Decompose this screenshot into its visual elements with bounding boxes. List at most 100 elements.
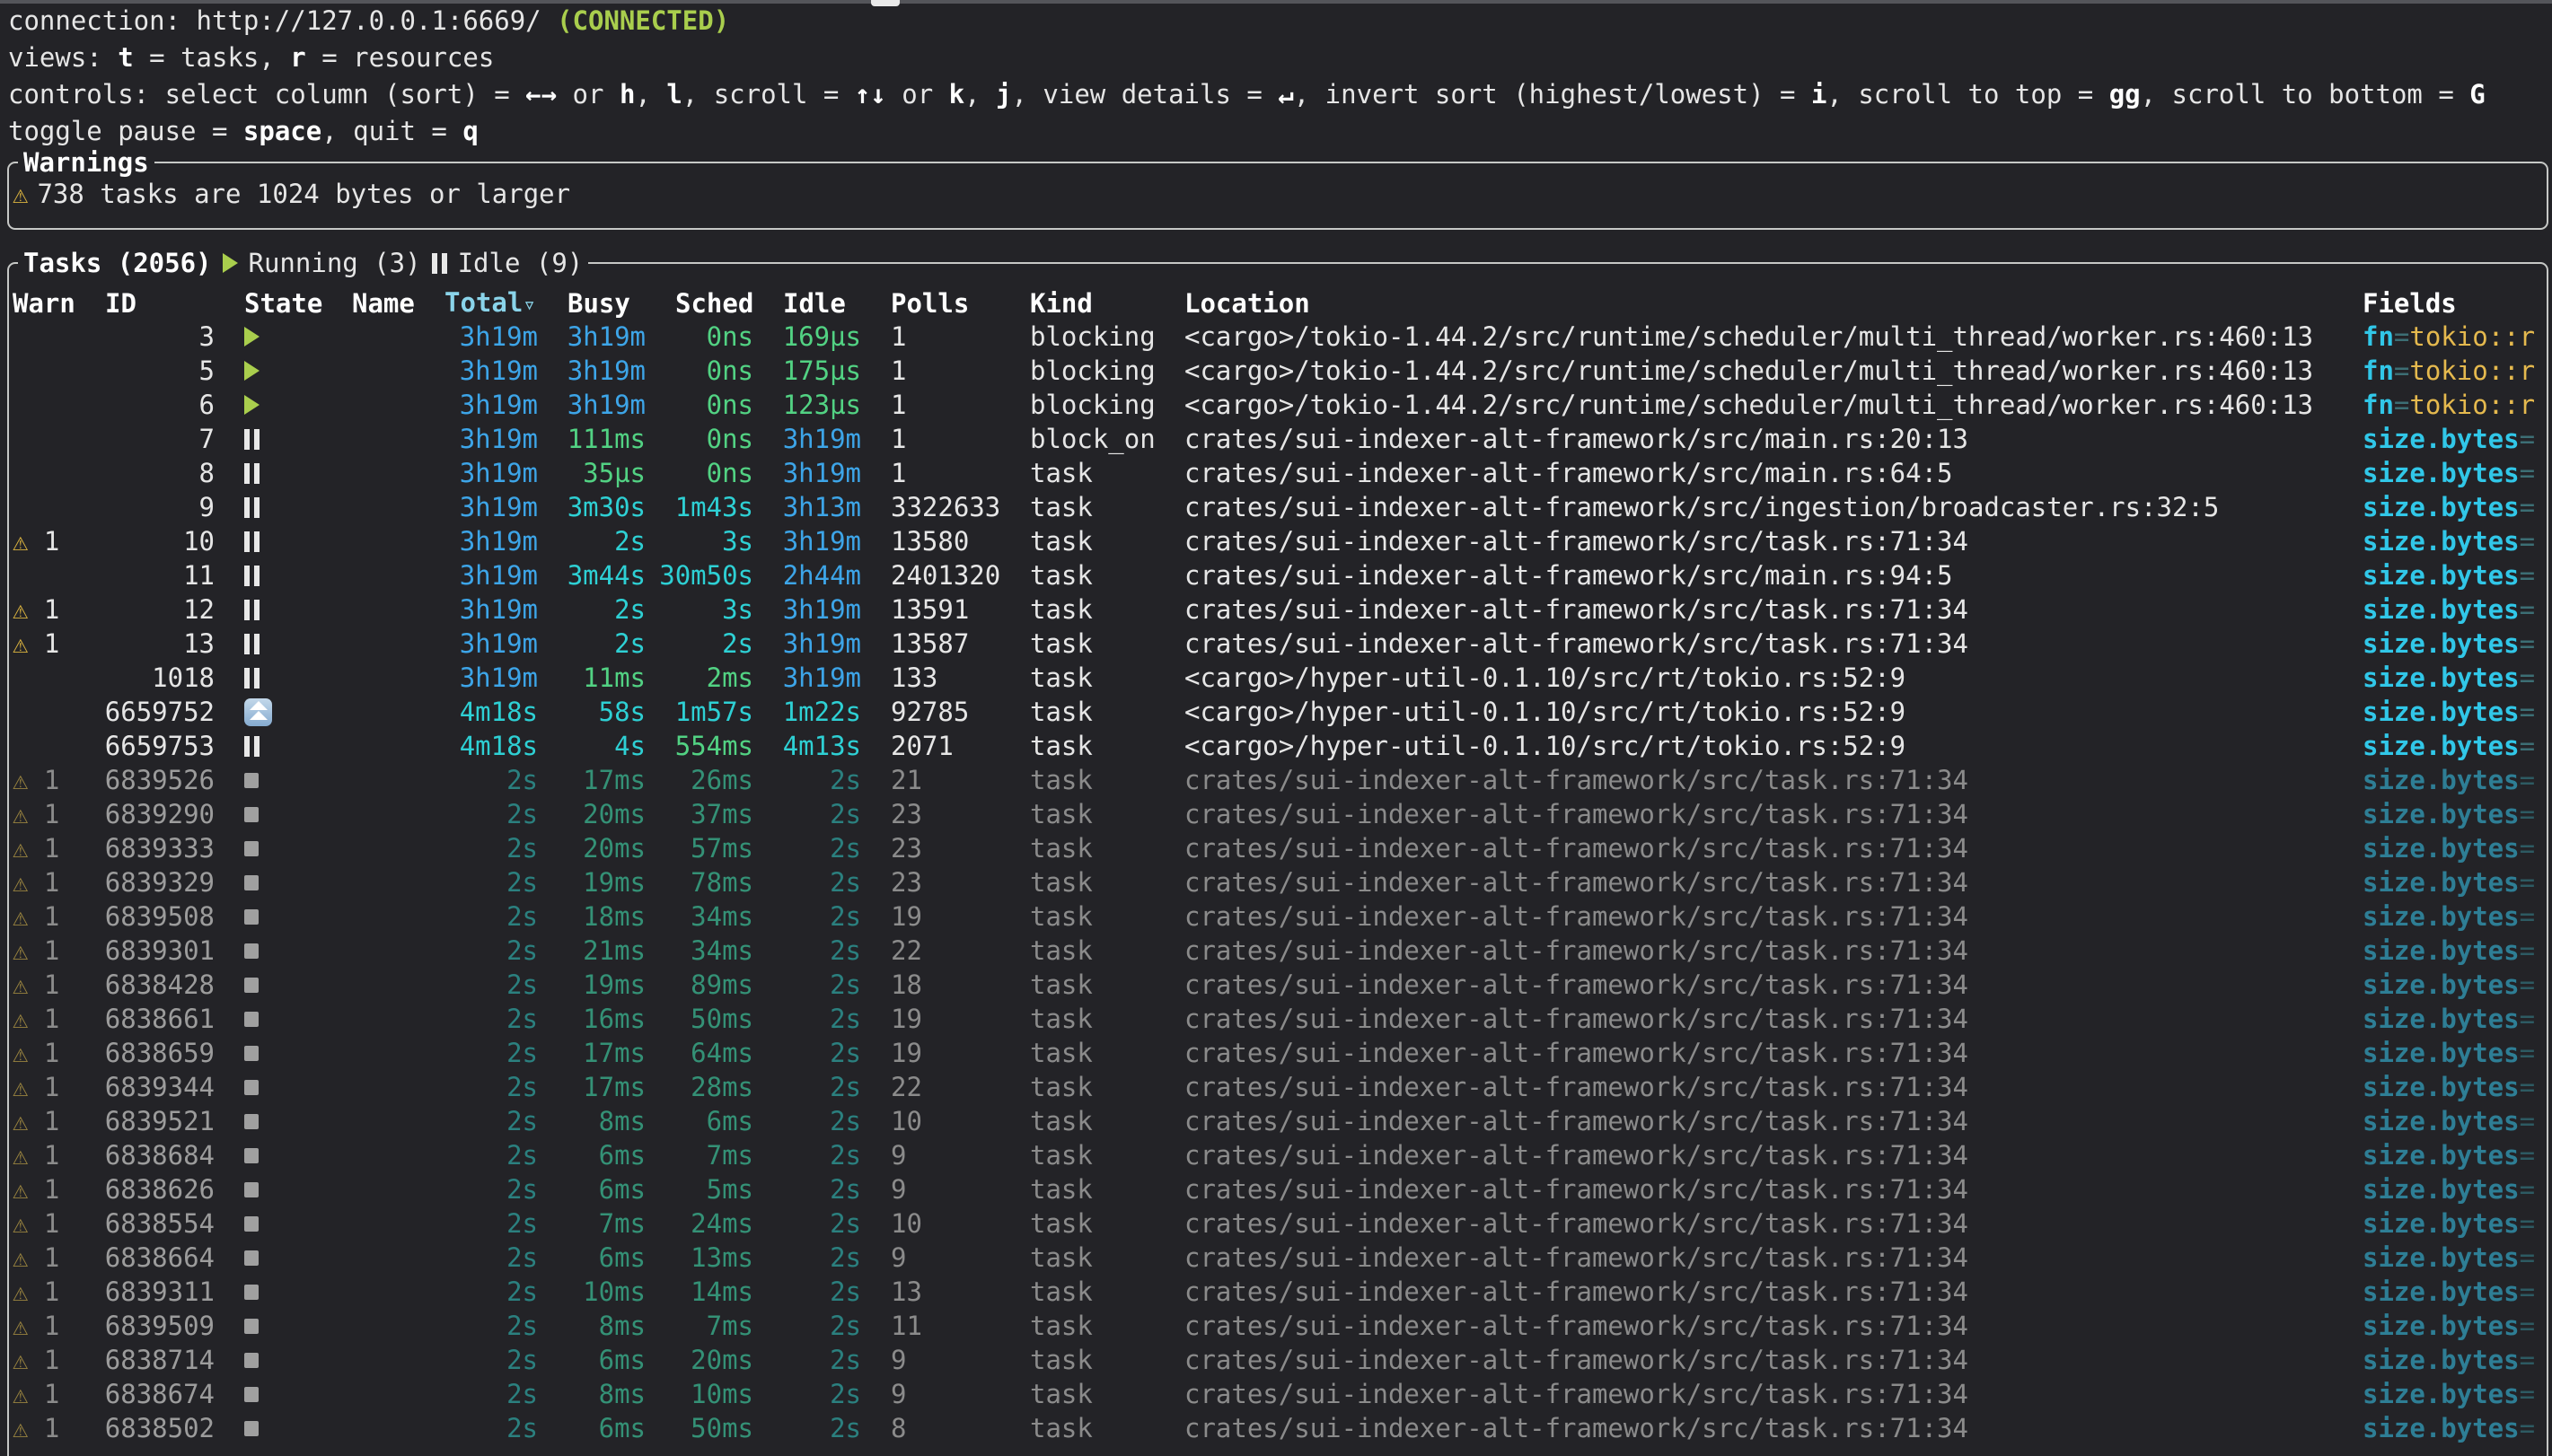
- column-header-fields[interactable]: Fields: [2363, 286, 2547, 320]
- task-row[interactable]: 66597534m18s4s554ms4m13s2071task<cargo>/…: [13, 729, 2547, 763]
- warning-triangle-icon: ⚠: [13, 1070, 28, 1104]
- total-duration: 2s: [506, 831, 538, 865]
- task-row[interactable]: ⚠ 1103h19m2s3s3h19m13580taskcrates/sui-i…: [13, 524, 2547, 558]
- task-row[interactable]: ⚠ 168393292s19ms78ms2s23taskcrates/sui-i…: [13, 865, 2547, 899]
- task-kind: block_on: [1030, 424, 1156, 454]
- location-cell: crates/sui-indexer-alt-framework/src/tas…: [1184, 1002, 2333, 1036]
- id-cell: 6838661: [105, 1002, 215, 1036]
- task-row[interactable]: ⚠ 168395082s18ms34ms2s19taskcrates/sui-i…: [13, 899, 2547, 934]
- busy-duration: 10ms: [583, 1275, 646, 1309]
- tasks-table: Warn ID State Name Total▿ Busy Sched Idle Polls K…: [13, 285, 2547, 1445]
- task-row[interactable]: ⚠ 168393442s17ms28ms2s22taskcrates/sui-i…: [13, 1070, 2547, 1104]
- busy-duration: 17ms: [583, 1070, 646, 1104]
- warn-cell: ⚠ 1: [13, 1036, 75, 1070]
- column-header-sched[interactable]: Sched: [675, 286, 753, 320]
- kind-cell: blocking: [1030, 320, 1155, 354]
- warn-count: 1: [28, 831, 59, 865]
- task-kind: task: [1030, 1276, 1093, 1307]
- task-row[interactable]: ⚠ 168393332s20ms57ms2s23taskcrates/sui-i…: [13, 831, 2547, 865]
- task-row[interactable]: ⚠ 168385542s7ms24ms2s10taskcrates/sui-in…: [13, 1206, 2547, 1241]
- sched-duration: 10ms: [691, 1377, 753, 1411]
- polls-count: 9: [891, 1379, 906, 1409]
- column-header-location[interactable]: Location: [1184, 286, 2333, 320]
- state-cell: [244, 327, 322, 346]
- state-cell: [244, 698, 322, 726]
- column-header-busy[interactable]: Busy: [568, 286, 646, 320]
- task-row[interactable]: 93h19m3m30s1m43s3h13m3322633taskcrates/s…: [13, 490, 2547, 524]
- sched-cell: 24ms: [675, 1206, 753, 1241]
- task-location: crates/sui-indexer-alt-framework/src/tas…: [1184, 935, 1968, 966]
- location-cell: crates/sui-indexer-alt-framework/src/tas…: [1184, 1241, 2333, 1275]
- idle-cell: 2s: [783, 1275, 861, 1309]
- total-cell: 2s: [444, 934, 538, 968]
- idle-cell: 2s: [783, 899, 861, 934]
- location-cell: crates/sui-indexer-alt-framework/src/tas…: [1184, 1377, 2333, 1411]
- column-header-state[interactable]: State: [244, 286, 322, 320]
- task-row[interactable]: ⚠ 168395092s8ms7ms2s11taskcrates/sui-ind…: [13, 1309, 2547, 1343]
- column-header-idle[interactable]: Idle: [783, 286, 861, 320]
- column-header-label: State: [244, 288, 322, 319]
- sched-cell: 20ms: [675, 1343, 753, 1377]
- task-location: <cargo>/hyper-util-0.1.10/src/rt/tokio.r…: [1184, 731, 1905, 761]
- task-row[interactable]: 113h19m3m44s30m50s2h44m2401320taskcrates…: [13, 558, 2547, 592]
- total-duration: 2s: [506, 1104, 538, 1138]
- task-row[interactable]: ⚠ 168386642s6ms13ms2s9taskcrates/sui-ind…: [13, 1241, 2547, 1275]
- task-row[interactable]: 66597524m18s58s1m57s1m22s92785task<cargo…: [13, 695, 2547, 729]
- idle-cell: 3h19m: [783, 661, 861, 695]
- column-header-warn[interactable]: Warn: [13, 286, 75, 320]
- id-cell: 6838502: [105, 1411, 215, 1445]
- task-row[interactable]: ⚠ 1123h19m2s3s3h19m13591taskcrates/sui-i…: [13, 592, 2547, 627]
- task-row[interactable]: ⚠ 168393012s21ms34ms2s22taskcrates/sui-i…: [13, 934, 2547, 968]
- column-header-name[interactable]: Name: [352, 286, 415, 320]
- sched-cell: 50ms: [675, 1002, 753, 1036]
- task-row[interactable]: ⚠ 168395262s17ms26ms2s21taskcrates/sui-i…: [13, 763, 2547, 797]
- completed-state-icon: [244, 1114, 259, 1129]
- column-header-total[interactable]: Total▿: [444, 285, 538, 321]
- task-row[interactable]: ⚠ 168386592s17ms64ms2s19taskcrates/sui-i…: [13, 1036, 2547, 1070]
- total-duration: 2s: [506, 899, 538, 934]
- column-header-id[interactable]: ID: [105, 286, 215, 320]
- task-row[interactable]: 33h19m3h19m0ns169µs1blocking<cargo>/toki…: [13, 320, 2547, 354]
- task-location: crates/sui-indexer-alt-framework/src/tas…: [1184, 594, 1968, 625]
- busy-cell: 6ms: [568, 1343, 646, 1377]
- column-header-polls[interactable]: Polls: [891, 286, 1000, 320]
- task-row[interactable]: ⚠ 168384282s19ms89ms2s18taskcrates/sui-i…: [13, 968, 2547, 1002]
- task-row[interactable]: ⚠ 168386842s6ms7ms2s9taskcrates/sui-inde…: [13, 1138, 2547, 1172]
- total-cell: 2s: [444, 1241, 538, 1275]
- task-row[interactable]: 10183h19m11ms2ms3h19m133task<cargo>/hype…: [13, 661, 2547, 695]
- sched-cell: 0ns: [675, 320, 753, 354]
- task-row[interactable]: 53h19m3h19m0ns175µs1blocking<cargo>/toki…: [13, 354, 2547, 388]
- field-eq: =: [2394, 355, 2409, 386]
- task-row[interactable]: 83h19m35µs0ns3h19m1taskcrates/sui-indexe…: [13, 456, 2547, 490]
- task-row[interactable]: ⚠ 168392902s20ms37ms2s23taskcrates/sui-i…: [13, 797, 2547, 831]
- idle-count-label: Idle (9): [458, 246, 584, 280]
- busy-cell: 8ms: [568, 1377, 646, 1411]
- column-header-kind[interactable]: Kind: [1030, 286, 1155, 320]
- busy-duration: 8ms: [599, 1104, 646, 1138]
- idle-duration: 3h19m: [783, 422, 861, 456]
- idle-duration: 3h19m: [783, 661, 861, 695]
- task-row[interactable]: ⚠ 168385022s6ms50ms2s8taskcrates/sui-ind…: [13, 1411, 2547, 1445]
- field-eq: =: [2520, 1208, 2535, 1239]
- field-eq: =: [2520, 969, 2535, 1000]
- kind-cell: block_on: [1030, 422, 1155, 456]
- polls-count: 13587: [891, 628, 969, 659]
- task-row[interactable]: ⚠ 168395212s8ms6ms2s10taskcrates/sui-ind…: [13, 1104, 2547, 1138]
- idle-duration: 123µs: [783, 388, 861, 422]
- task-row[interactable]: ⚠ 168393112s10ms14ms2s13taskcrates/sui-i…: [13, 1275, 2547, 1309]
- task-row[interactable]: ⚠ 168387142s6ms20ms2s9taskcrates/sui-ind…: [13, 1343, 2547, 1377]
- text-segment: , scroll =: [682, 79, 855, 110]
- task-row[interactable]: ⚠ 168386262s6ms5ms2s9taskcrates/sui-inde…: [13, 1172, 2547, 1206]
- task-row[interactable]: 63h19m3h19m0ns123µs1blocking<cargo>/toki…: [13, 388, 2547, 422]
- task-row[interactable]: ⚠ 1133h19m2s2s3h19m13587taskcrates/sui-i…: [13, 627, 2547, 661]
- task-row[interactable]: 73h19m111ms0ns3h19m1block_oncrates/sui-i…: [13, 422, 2547, 456]
- busy-duration: 20ms: [583, 797, 646, 831]
- total-duration: 3h19m: [460, 388, 538, 422]
- idle-cell: 2s: [783, 1002, 861, 1036]
- task-location: crates/sui-indexer-alt-framework/src/tas…: [1184, 1106, 1968, 1136]
- fields-cell: size.bytes=: [2363, 1241, 2547, 1275]
- task-row[interactable]: ⚠ 168386742s8ms10ms2s9taskcrates/sui-ind…: [13, 1377, 2547, 1411]
- fields-cell: size.bytes=: [2363, 661, 2547, 695]
- location-cell: crates/sui-indexer-alt-framework/src/tas…: [1184, 934, 2333, 968]
- task-row[interactable]: ⚠ 168386612s16ms50ms2s19taskcrates/sui-i…: [13, 1002, 2547, 1036]
